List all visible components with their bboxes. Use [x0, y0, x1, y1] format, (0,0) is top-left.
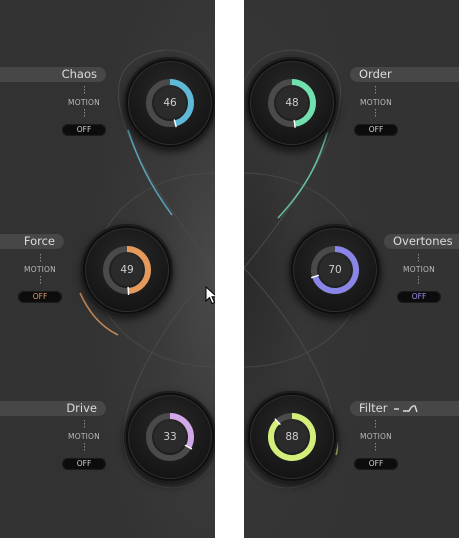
filter-label: Filter [359, 401, 388, 415]
order-motion-label: MOTION [360, 98, 392, 107]
filter-link-dots-lower [375, 443, 376, 452]
drive-link-dots [84, 420, 85, 429]
filter-shape-icon[interactable] [393, 404, 423, 414]
mouse-cursor-icon [205, 286, 215, 305]
force-motion-toggle[interactable]: OFF [18, 291, 62, 303]
force-value: 49 [120, 264, 134, 276]
order-knob[interactable]: 48 [246, 57, 338, 149]
filter-label-tag: Filter [350, 401, 459, 416]
drive-label: Drive [0, 401, 106, 416]
chaos-link-dots [84, 86, 85, 95]
drive-link-dots-lower [84, 443, 85, 452]
order-link-dots [375, 86, 376, 95]
filter-motion-toggle[interactable]: OFF [354, 458, 398, 470]
chaos-motion-label: MOTION [68, 98, 100, 107]
order-label: Order [350, 67, 459, 82]
overtones-link-dots [418, 254, 419, 263]
force-knob[interactable]: 49 [81, 224, 173, 316]
right-panel: 48 Order MOTION OFF 70 Overtones MOTION … [244, 0, 459, 538]
overtones-motion-label: MOTION [403, 265, 435, 274]
force-link-dots-lower [40, 276, 41, 285]
order-value: 48 [285, 97, 299, 109]
chaos-link-dots-lower [84, 109, 85, 118]
filter-value: 88 [285, 431, 299, 443]
force-link-dots [40, 254, 41, 263]
overtones-knob[interactable]: 70 [289, 224, 381, 316]
left-panel: Chaos MOTION OFF 46 Force MOTION OFF 49 … [0, 0, 215, 538]
drive-value: 33 [163, 431, 177, 443]
drive-knob[interactable]: 33 [124, 391, 215, 483]
overtones-value: 70 [328, 264, 342, 276]
filter-motion-label: MOTION [360, 432, 392, 441]
force-motion-label: MOTION [24, 265, 56, 274]
chaos-motion-toggle[interactable]: OFF [62, 124, 106, 136]
drive-motion-label: MOTION [68, 432, 100, 441]
force-label: Force [0, 234, 64, 249]
chaos-label: Chaos [0, 67, 106, 82]
overtones-link-dots-lower [418, 276, 419, 285]
drive-motion-toggle[interactable]: OFF [62, 458, 106, 470]
order-motion-toggle[interactable]: OFF [354, 124, 398, 136]
chaos-value: 46 [163, 97, 177, 109]
order-link-dots-lower [375, 109, 376, 118]
filter-knob[interactable]: 88 [246, 391, 338, 483]
chaos-knob[interactable]: 46 [124, 57, 215, 149]
overtones-motion-toggle[interactable]: OFF [397, 291, 441, 303]
filter-link-dots [375, 420, 376, 429]
overtones-label: Overtones [384, 234, 459, 249]
